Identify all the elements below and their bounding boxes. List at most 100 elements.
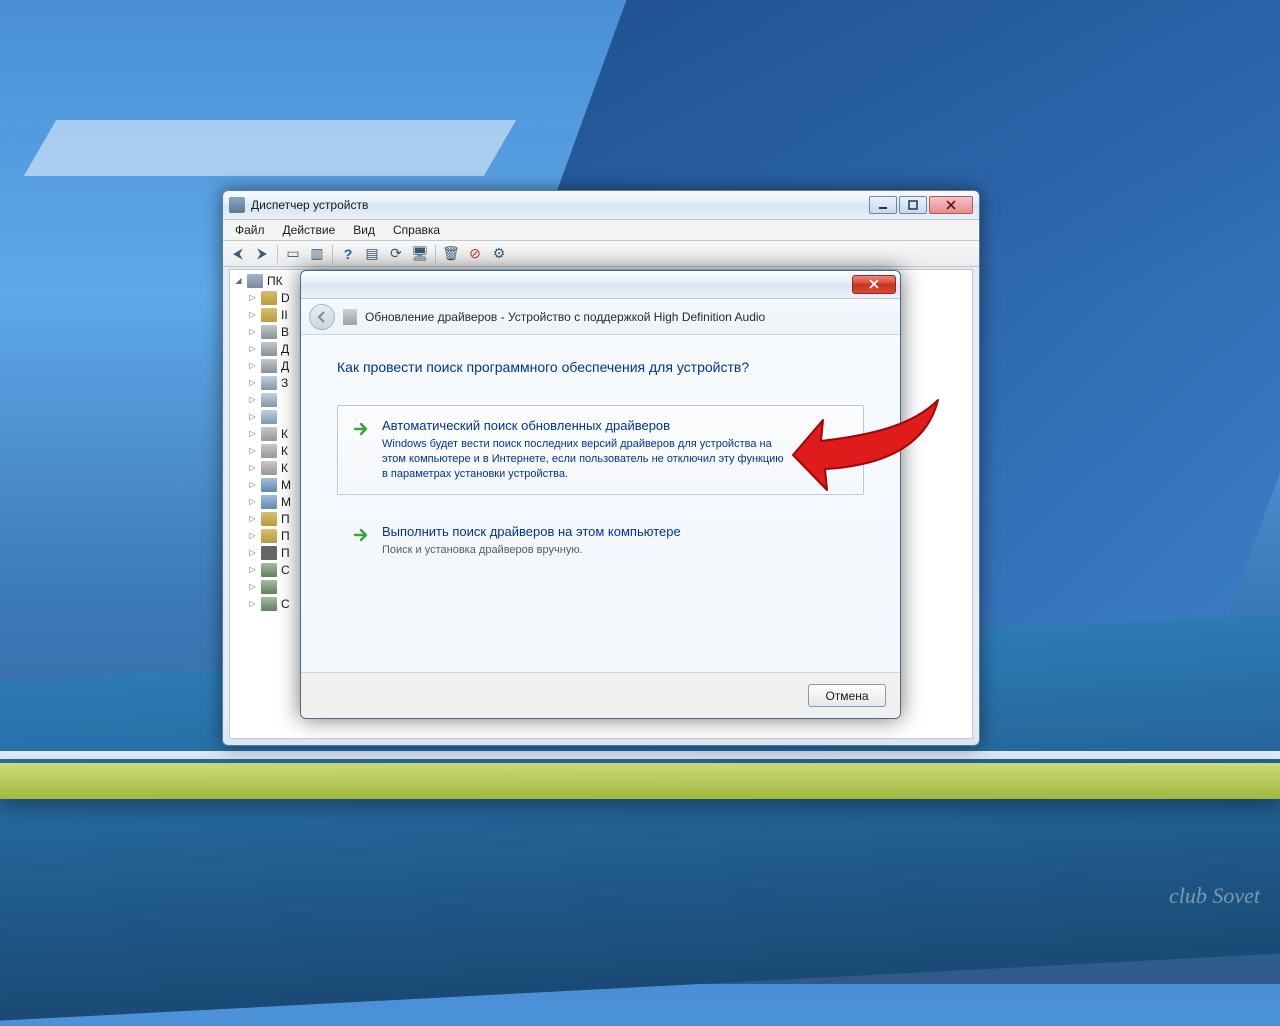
tree-item[interactable]: ▷П <box>248 527 291 544</box>
tree-item[interactable]: ▷ <box>248 578 291 595</box>
show-tree-icon[interactable]: ▥ <box>306 243 328 265</box>
expand-icon[interactable]: ▷ <box>248 412 257 421</box>
scan-hardware-icon[interactable]: 🖥 <box>409 243 431 265</box>
nav-back-icon[interactable]: ⮜ <box>227 243 249 265</box>
expand-icon[interactable]: ▷ <box>248 293 257 302</box>
device-category-icon <box>261 597 277 611</box>
tree-item[interactable]: ▷С <box>248 561 291 578</box>
device-category-icon <box>261 359 277 373</box>
wizard-close-button[interactable] <box>852 275 896 294</box>
tree-item[interactable]: ▷М <box>248 493 291 510</box>
devmgr-app-icon <box>229 197 245 213</box>
wizard-header: Обновление драйверов - Устройство с подд… <box>301 299 900 335</box>
tree-item-label: С <box>281 563 290 577</box>
expand-icon[interactable]: ▷ <box>248 395 257 404</box>
wizard-footer: Отмена <box>301 672 900 718</box>
expand-icon[interactable]: ▷ <box>248 310 257 319</box>
device-category-icon <box>261 291 277 305</box>
menu-action[interactable]: Действие <box>275 221 344 239</box>
expand-icon[interactable]: ▷ <box>248 378 257 387</box>
close-button[interactable] <box>929 196 973 214</box>
show-hide-icon[interactable]: ▭ <box>282 243 304 265</box>
wizard-titlebar[interactable] <box>301 271 900 299</box>
expand-icon[interactable]: ▷ <box>248 497 257 506</box>
expand-icon[interactable]: ▷ <box>248 344 257 353</box>
expand-icon[interactable]: ▷ <box>248 463 257 472</box>
option-browse-computer[interactable]: Выполнить поиск драйверов на этом компью… <box>337 511 864 571</box>
device-category-icon <box>261 342 277 356</box>
nav-forward-icon[interactable]: ⮞ <box>251 243 273 265</box>
device-category-icon <box>261 512 277 526</box>
cancel-button[interactable]: Отмена <box>808 684 886 707</box>
expand-icon[interactable]: ▷ <box>248 531 257 540</box>
expand-icon[interactable]: ▷ <box>248 548 257 557</box>
expand-icon[interactable]: ▷ <box>248 582 257 591</box>
tree-item-label: B <box>281 325 289 339</box>
option-browse-desc: Поиск и установка драйверов вручную. <box>382 543 681 558</box>
devmgr-titlebar[interactable]: Диспетчер устройств <box>223 191 979 219</box>
tree-item-label: М <box>281 478 291 492</box>
expand-icon[interactable]: ▷ <box>248 480 257 489</box>
tree-item[interactable]: ▷П <box>248 510 291 527</box>
uninstall-icon[interactable]: 🗑 <box>440 243 462 265</box>
tree-item[interactable]: ▷Д <box>248 340 291 357</box>
enable-icon[interactable]: ⚙ <box>488 243 510 265</box>
collapse-icon[interactable]: ◢ <box>234 276 243 285</box>
device-category-icon <box>261 427 277 441</box>
tree-item[interactable]: ▷К <box>248 442 291 459</box>
option-auto-desc: Windows будет вести поиск последних верс… <box>382 437 792 482</box>
tree-item-label: П <box>281 512 290 526</box>
wizard-back-button[interactable] <box>309 304 335 330</box>
tree-item-label: К <box>281 444 288 458</box>
properties-icon[interactable]: ▤ <box>361 243 383 265</box>
tree-item[interactable]: ▷Д <box>248 357 291 374</box>
device-category-icon <box>261 478 277 492</box>
expand-icon[interactable]: ▷ <box>248 514 257 523</box>
device-category-icon <box>261 308 277 322</box>
expand-icon[interactable]: ▷ <box>248 565 257 574</box>
tree-item[interactable]: ▷С <box>248 595 291 612</box>
expand-icon[interactable]: ▷ <box>248 327 257 336</box>
help-icon[interactable]: ? <box>337 243 359 265</box>
tree-item[interactable]: ▷П <box>248 544 291 561</box>
wizard-title: Обновление драйверов - Устройство с подд… <box>365 310 765 324</box>
devmgr-title: Диспетчер устройств <box>251 198 869 212</box>
tree-item-label: К <box>281 461 288 475</box>
device-category-icon <box>261 461 277 475</box>
tree-item[interactable]: ▷З <box>248 374 291 391</box>
menu-view[interactable]: Вид <box>345 221 383 239</box>
update-driver-wizard: Обновление драйверов - Устройство с подд… <box>300 270 901 719</box>
menu-file[interactable]: Файл <box>227 221 273 239</box>
tree-item[interactable]: ▷ <box>248 408 291 425</box>
expand-icon[interactable]: ▷ <box>248 446 257 455</box>
tree-item[interactable]: ▷М <box>248 476 291 493</box>
tree-item[interactable]: ▷II <box>248 306 291 323</box>
tree-root-label: ПК <box>267 274 283 288</box>
device-category-icon <box>261 546 277 560</box>
expand-icon[interactable]: ▷ <box>248 599 257 608</box>
tree-item-label: Д <box>281 359 289 373</box>
expand-icon[interactable]: ▷ <box>248 361 257 370</box>
option-auto-search[interactable]: Автоматический поиск обновленных драйвер… <box>337 405 864 495</box>
expand-icon[interactable]: ▷ <box>248 429 257 438</box>
tree-item-label: С <box>281 597 290 611</box>
tree-item-label: П <box>281 546 290 560</box>
menu-help[interactable]: Справка <box>385 221 448 239</box>
tree-item-label: П <box>281 529 290 543</box>
tree-item[interactable]: ▷B <box>248 323 291 340</box>
disable-icon[interactable]: ⊘ <box>464 243 486 265</box>
tree-item[interactable]: ▷ <box>248 391 291 408</box>
tree-item[interactable]: ▷D <box>248 289 291 306</box>
device-category-icon <box>261 529 277 543</box>
toolbar: ⮜ ⮞ ▭ ▥ ? ▤ ⟳ 🖥 🗑 ⊘ ⚙ <box>223 241 979 267</box>
update-driver-icon[interactable]: ⟳ <box>385 243 407 265</box>
maximize-button[interactable] <box>899 196 927 214</box>
tree-item-label: D <box>281 291 290 305</box>
tree-item[interactable]: ▷К <box>248 459 291 476</box>
arrow-right-icon <box>352 420 370 438</box>
minimize-button[interactable] <box>869 196 897 214</box>
tree-item[interactable]: ▷К <box>248 425 291 442</box>
tree-root[interactable]: ◢ ПК <box>234 272 291 289</box>
tree-item-label: К <box>281 427 288 441</box>
option-browse-title: Выполнить поиск драйверов на этом компью… <box>382 524 681 539</box>
